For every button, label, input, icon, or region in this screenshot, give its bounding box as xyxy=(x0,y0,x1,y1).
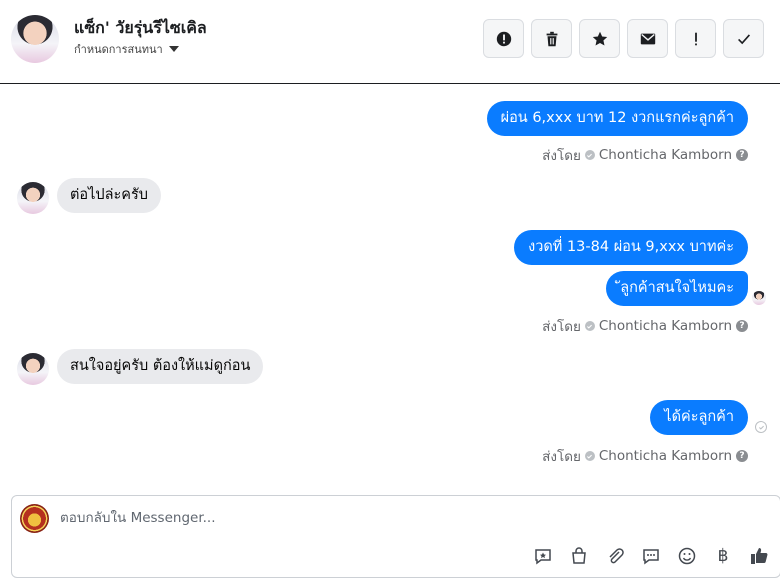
reply-composer: ฿ xyxy=(11,495,780,578)
composer-tools: ฿ xyxy=(532,545,770,567)
like-button[interactable] xyxy=(748,545,770,567)
attach-button[interactable] xyxy=(604,545,626,567)
sent-by-label: ส่งโดย xyxy=(542,148,581,164)
sent-by-info: ส่งโดย Chonticha Kamborn ? xyxy=(542,315,748,337)
star-icon xyxy=(592,31,607,45)
baht-icon: ฿ xyxy=(717,546,729,566)
payment-button[interactable]: ฿ xyxy=(712,545,734,567)
conversation-schedule-dropdown[interactable]: กำหนดการสนทนา xyxy=(74,40,179,58)
seen-avatar xyxy=(752,291,766,305)
sent-by-label: ส่งโดย xyxy=(542,449,581,465)
emoji-button[interactable] xyxy=(676,545,698,567)
sent-by-label: ส่งโดย xyxy=(542,319,581,335)
attachment-icon xyxy=(609,548,624,564)
shopping-bag-icon xyxy=(572,547,586,564)
agent-name[interactable]: Chonticha Kamborn xyxy=(599,448,732,464)
agent-name[interactable]: Chonticha Kamborn xyxy=(599,147,732,163)
outgoing-message[interactable]: ัลูกค้าสนใจไหมคะ xyxy=(606,271,748,306)
report-icon xyxy=(496,31,511,46)
verified-icon xyxy=(584,150,595,160)
help-icon[interactable]: ? xyxy=(736,320,748,332)
exclamation-icon xyxy=(694,32,697,45)
chat-icon xyxy=(643,549,659,565)
delete-button[interactable] xyxy=(531,19,572,58)
like-icon xyxy=(751,548,768,564)
check-icon xyxy=(737,33,750,44)
help-icon[interactable]: ? xyxy=(736,149,748,161)
follow-up-button[interactable] xyxy=(675,19,716,58)
report-button[interactable] xyxy=(483,19,524,58)
outgoing-message[interactable]: ได้ค่ะลูกค้า xyxy=(650,400,748,435)
caret-down-icon xyxy=(168,46,179,52)
message-thread[interactable]: ผ่อน 6,xxx บาท 12 งวกแรกค่ะลูกค้า ส่งโดย… xyxy=(0,85,780,485)
sent-by-info: ส่งโดย Chonticha Kamborn ? xyxy=(542,445,748,467)
page-avatar xyxy=(20,504,49,533)
emoji-icon xyxy=(678,547,696,565)
agent-name[interactable]: Chonticha Kamborn xyxy=(599,318,732,334)
contact-avatar[interactable] xyxy=(11,15,59,63)
reply-input[interactable] xyxy=(60,510,660,526)
outgoing-message[interactable]: ผ่อน 6,xxx บาท 12 งวกแรกค่ะลูกค้า xyxy=(486,101,748,136)
outgoing-message[interactable]: งวดที่ 13-84 ผ่อน 9,xxx บาทค่ะ xyxy=(514,230,748,265)
incoming-message[interactable]: สนใจอยู่ครับ ต้องให้แม่ดูก่อน xyxy=(57,349,264,384)
verified-icon xyxy=(584,451,595,461)
chat-button[interactable] xyxy=(640,545,662,567)
header-actions xyxy=(483,19,764,58)
help-icon[interactable]: ? xyxy=(736,450,748,462)
mark-done-button[interactable] xyxy=(723,19,764,58)
saved-reply-icon xyxy=(535,549,551,565)
trash-icon xyxy=(546,31,557,46)
sent-by-info: ส่งโดย Chonticha Kamborn ? xyxy=(542,144,748,166)
contact-avatar-small[interactable] xyxy=(17,353,49,385)
conversation-schedule-label: กำหนดการสนทนา xyxy=(74,43,163,56)
verified-icon xyxy=(584,321,595,331)
shop-button[interactable] xyxy=(568,545,590,567)
sent-status-icon xyxy=(755,421,767,433)
conversation-header: แซ็ก' วัยรุ่นรีไซเคิล กำหนดการสนทนา xyxy=(0,0,780,84)
contact-name[interactable]: แซ็ก' วัยรุ่นรีไซเคิล xyxy=(74,16,207,41)
contact-avatar-small[interactable] xyxy=(17,182,49,214)
incoming-message[interactable]: ต่อไปล่ะครับ xyxy=(57,178,161,213)
star-button[interactable] xyxy=(579,19,620,58)
saved-reply-button[interactable] xyxy=(532,545,554,567)
mail-icon xyxy=(640,33,655,44)
mark-unread-button[interactable] xyxy=(627,19,668,58)
